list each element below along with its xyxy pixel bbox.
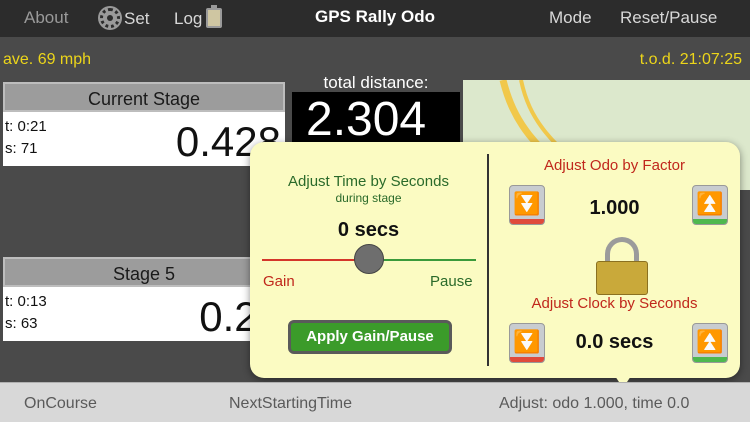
lock-icon[interactable]	[596, 237, 648, 295]
double-chevron-up-icon: ⏫	[696, 329, 724, 354]
average-speed: ave. 69 mph	[3, 51, 92, 68]
apply-gain-pause-button[interactable]: Apply Gain/Pause	[288, 320, 452, 354]
adjust-status-button[interactable]: Adjust: odo 1.000, time 0.0	[499, 395, 689, 413]
next-starting-time-button[interactable]: NextStartingTime	[229, 395, 352, 413]
adjust-time-subtitle: during stage	[335, 191, 402, 205]
stage5-time: t: 0:13	[5, 293, 47, 310]
current-stage-panel[interactable]: Current Stage t: 0:21 s: 71 0.428	[3, 82, 285, 166]
gain-track[interactable]	[262, 259, 369, 261]
total-distance-label: total distance:	[323, 73, 429, 92]
stage5-panel[interactable]: Stage 5 t: 0:13 s: 63 0.24	[3, 257, 285, 341]
total-distance-box: 2.304	[292, 92, 460, 146]
current-stage-header: Current Stage	[3, 82, 285, 112]
oncourse-button[interactable]: OnCourse	[24, 395, 97, 413]
current-stage-speed: s: 71	[5, 140, 38, 157]
stage5-header: Stage 5	[3, 257, 285, 287]
adjust-clock-title: Adjust Clock by Seconds	[531, 295, 698, 312]
time-slider-thumb[interactable]	[354, 244, 384, 274]
pause-label: Pause	[430, 273, 473, 290]
current-stage-time: t: 0:21	[5, 118, 47, 135]
adjust-time-title: Adjust Time by Seconds	[288, 173, 449, 190]
mode-button[interactable]: Mode	[549, 8, 592, 28]
time-of-day: t.o.d. 21:07:25	[639, 51, 742, 68]
bottom-toolbar: OnCourse NextStartingTime Adjust: odo 1.…	[0, 382, 750, 422]
odo-increase-button[interactable]: ⏫	[692, 185, 728, 225]
reset-pause-button[interactable]: Reset/Pause	[620, 8, 717, 28]
adjust-odo-title: Adjust Odo by Factor	[544, 157, 685, 174]
adjust-popover: Adjust Time by Seconds during stage 0 se…	[250, 142, 740, 378]
top-navbar: About Set Log GPS Rally Odo Mode Reset/P…	[0, 0, 750, 37]
pause-track[interactable]	[369, 259, 476, 261]
gain-label: Gain	[263, 273, 295, 290]
time-adjust-value: 0 secs	[337, 219, 400, 241]
total-distance-value: 2.304	[306, 93, 427, 146]
stage5-speed: s: 63	[5, 315, 38, 332]
clock-increase-button[interactable]: ⏫	[692, 323, 728, 363]
double-chevron-up-icon: ⏫	[696, 191, 724, 216]
